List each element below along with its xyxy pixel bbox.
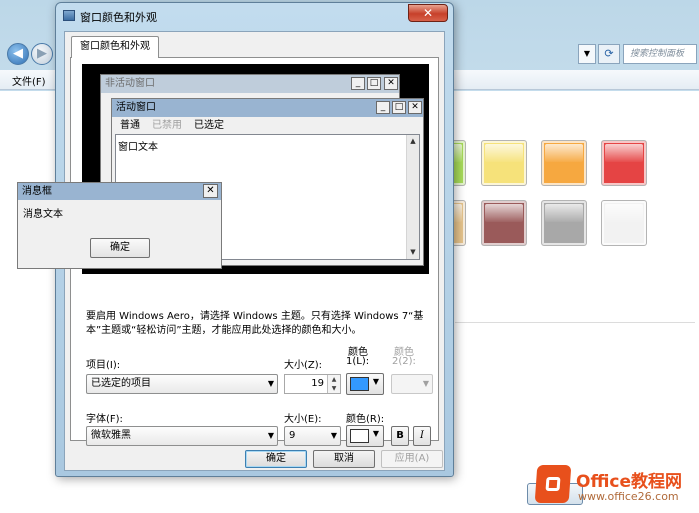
watermark-url: www.office26.com [578,490,679,503]
color1-button[interactable]: ▼ [346,373,384,395]
maximize-icon: □ [392,101,406,114]
address-dropdown-button[interactable]: ▼ [578,44,596,64]
close-icon: ✕ [422,6,434,20]
font-size-value: 9 [289,430,296,441]
color-swatch[interactable] [541,140,587,186]
close-icon: ✕ [203,184,218,198]
search-input[interactable]: 搜索控制面板 [623,44,697,64]
preview-scrollbar[interactable]: ▲ ▼ [406,135,419,259]
spin-down-icon[interactable]: ▼ [328,384,340,393]
dialog-titlebar[interactable]: 窗口颜色和外观 ✕ [56,3,453,29]
tab-window-color[interactable]: 窗口颜色和外观 [71,36,159,58]
aero-info-text: 要启用 Windows Aero，请选择 Windows 主题。只有选择 Win… [86,311,424,336]
color2-label-line2: 2(2): [392,356,416,367]
minimize-icon: _ [351,77,365,90]
watermark: Office教程网 www.office26.com [534,463,696,511]
color-swatch[interactable] [481,140,527,186]
message-box-preview[interactable]: 消息框 ✕ 消息文本 确定 [17,182,222,269]
chevron-down-icon: ▼ [267,431,274,440]
size-stepper[interactable]: 19 ▲ ▼ [284,374,341,394]
chevron-down-icon: ▼ [372,377,379,386]
item-select[interactable]: 已选定的项目 ▼ [86,374,278,394]
spin-buttons[interactable]: ▲ ▼ [327,375,340,393]
forward-button[interactable]: ▶ [31,43,53,65]
italic-button[interactable]: I [413,426,431,446]
font-size-label: 大小(E): [284,414,322,425]
preview-menu-disabled[interactable]: 已禁用 [152,117,182,134]
scroll-down-icon: ▼ [410,248,416,256]
font-size-select[interactable]: 9 ▼ [284,426,341,446]
message-box-text: 消息文本 [23,209,63,220]
item-label: 项目(I): [86,360,121,371]
maximize-icon: □ [367,77,381,90]
color-swatch[interactable] [601,200,647,246]
close-icon: ✕ [408,101,422,114]
chevron-down-icon: ▼ [267,379,274,388]
chevron-down-icon: ▼ [330,431,337,440]
apply-button[interactable]: 应用(A) [381,450,443,468]
minimize-icon: _ [376,101,390,114]
cancel-button[interactable]: 取消 [313,450,375,468]
font-select[interactable]: 微软雅黑 ▼ [86,426,278,446]
chevron-down-icon: ▼ [422,379,429,388]
font-color-label: 颜色(R): [346,414,385,425]
message-box-ok-button[interactable]: 确定 [90,238,150,258]
message-box-title: 消息框 [18,183,221,200]
font-color-button[interactable]: ▼ [346,425,384,447]
close-icon: ✕ [384,77,398,90]
dialog-title: 窗口颜色和外观 [80,11,157,24]
bold-button[interactable]: B [391,426,409,446]
color-swatch[interactable] [541,200,587,246]
scroll-up-icon: ▲ [410,137,416,145]
refresh-button[interactable]: ⟳ [598,44,620,64]
spin-up-icon[interactable]: ▲ [328,375,340,384]
size-stepper-value: 19 [311,378,324,389]
font-select-value: 微软雅黑 [91,430,131,441]
divider [455,322,695,323]
preview-window-text[interactable]: 窗口文本 [118,138,158,153]
preview-menu-bar: 普通 已禁用 已选定 [112,117,423,134]
close-button[interactable]: ✕ [408,4,448,22]
color-swatch[interactable] [481,200,527,246]
ok-button[interactable]: 确定 [245,450,307,468]
color-swatch[interactable] [601,140,647,186]
forward-arrow-icon: ▶ [37,46,47,61]
chevron-down-icon: ▼ [372,429,379,438]
menu-file[interactable]: 文件(F) [12,73,46,88]
font-color-chip [350,429,369,443]
font-label: 字体(F): [86,414,123,425]
color2-button[interactable]: ▼ [391,374,433,394]
preview-menu-normal[interactable]: 普通 [120,117,140,134]
office-logo-icon [534,465,572,503]
back-arrow-icon: ◀ [13,46,23,61]
preview-menu-selected[interactable]: 已选定 [194,117,224,134]
size-label: 大小(Z): [284,360,323,371]
color1-label-line2: 1(L): [346,356,370,367]
refresh-icon: ⟳ [604,47,614,60]
window-icon [63,10,75,21]
item-select-value: 已选定的项目 [91,378,151,389]
color1-chip [350,377,369,391]
watermark-title: Office教程网 [576,472,683,492]
back-button[interactable]: ◀ [7,43,29,65]
